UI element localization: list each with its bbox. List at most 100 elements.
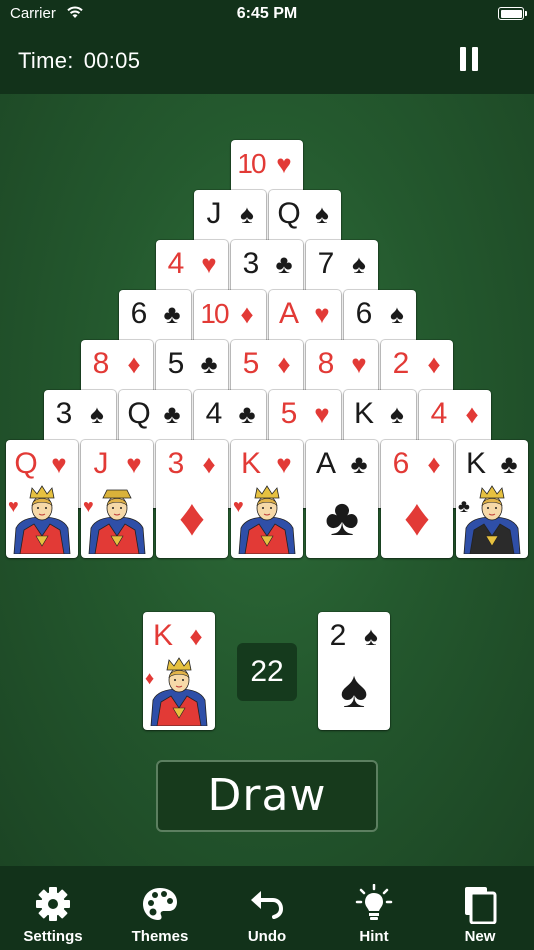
status-bar: Carrier 6:45 PM	[0, 0, 534, 30]
waste-card[interactable]: K ♦ ♦	[143, 612, 215, 730]
card-corner: A ♥	[269, 296, 341, 332]
card-rank: J	[93, 447, 109, 480]
bottom-toolbar: Settings Themes Undo Hint New	[0, 866, 534, 950]
card-corner: 3 ♦	[156, 446, 228, 482]
card-suit: ♠	[90, 399, 104, 429]
card-suit: ♦	[127, 349, 141, 379]
king-portrait	[460, 484, 524, 555]
card-corner: 5 ♣	[156, 346, 228, 382]
timer-label: Time:	[18, 48, 74, 73]
card-suit: ♥	[276, 449, 292, 479]
battery-icon	[498, 7, 527, 20]
card-rank: 2	[329, 619, 347, 652]
pyramid-card[interactable]: 6 ♦ ♦	[381, 440, 453, 558]
stock-counter: 22	[237, 643, 297, 701]
card-suit: ♣	[163, 399, 181, 429]
status-time: 6:45 PM	[236, 5, 298, 22]
card-rank: 6	[392, 447, 410, 480]
pyramid-card[interactable]: J ♥ ♥	[81, 440, 153, 558]
card-suit: ♦	[240, 299, 254, 329]
card-corner: 4 ♥	[156, 246, 228, 282]
card-rank: 4	[205, 397, 223, 430]
tab-new[interactable]: New	[430, 866, 530, 950]
tab-new-label: New	[464, 928, 496, 945]
card-mini-suit: ♥	[83, 496, 94, 516]
card-suit: ♠	[390, 299, 404, 329]
tab-hint[interactable]: Hint	[324, 866, 424, 950]
card-corner: 5 ♥	[269, 396, 341, 432]
king-portrait	[235, 484, 299, 555]
tab-settings[interactable]: Settings	[3, 866, 103, 950]
card-mini-suit: ♥	[8, 496, 19, 516]
card-corner: 4 ♦	[419, 396, 491, 432]
draw-button[interactable]: Draw	[156, 760, 378, 832]
card-corner: Q ♣	[119, 396, 191, 432]
card-center-suit: ♦	[403, 489, 431, 547]
card-corner: J ♠	[194, 196, 266, 232]
stock-card[interactable]: 2 ♠ ♠	[318, 612, 390, 730]
card-rank: 6	[355, 297, 373, 330]
card-corner: 4 ♣	[194, 396, 266, 432]
card-corner: 6 ♣	[119, 296, 191, 332]
card-corner: 10 ♦	[194, 296, 266, 332]
card-corner: K ♦	[143, 618, 215, 654]
card-corner: 2 ♦	[381, 346, 453, 382]
pyramid-card[interactable]: A ♣ ♣	[306, 440, 378, 558]
card-suit: ♥	[314, 399, 330, 429]
card-suit: ♠	[364, 621, 378, 651]
pyramid-card[interactable]: K ♣ ♣	[456, 440, 528, 558]
card-suit: ♣	[200, 349, 218, 379]
card-corner: K ♥	[231, 446, 303, 482]
card-rank: Q	[127, 397, 151, 430]
card-corner: 2 ♠	[318, 618, 390, 654]
card-corner: 6 ♦	[381, 446, 453, 482]
tab-undo[interactable]: Undo	[217, 866, 317, 950]
card-rank: 3	[242, 247, 260, 280]
card-suit: ♥	[126, 449, 142, 479]
card-corner: Q ♥	[6, 446, 78, 482]
card-corner: 8 ♦	[81, 346, 153, 382]
pyramid-card[interactable]: 3 ♦ ♦	[156, 440, 228, 558]
card-rank: 10	[237, 148, 266, 179]
tab-themes[interactable]: Themes	[110, 866, 210, 950]
tab-themes-label: Themes	[131, 928, 189, 945]
pause-button[interactable]	[458, 45, 480, 75]
card-rank: 5	[242, 347, 260, 380]
card-suit: ♦	[465, 399, 479, 429]
card-corner: A ♣	[306, 446, 378, 482]
card-rank: Q	[14, 447, 38, 480]
card-suit: ♦	[427, 449, 441, 479]
card-rank: K	[240, 447, 261, 480]
top-bar: Time: 00:05	[0, 30, 534, 94]
card-corner: K ♠	[344, 396, 416, 432]
card-rank: J	[206, 197, 222, 230]
queen-portrait	[10, 484, 74, 555]
card-center-suit: ♦	[178, 489, 206, 547]
card-suit: ♥	[351, 349, 367, 379]
card-rank: 4	[430, 397, 448, 430]
card-rank: 7	[317, 247, 335, 280]
jack-portrait	[85, 484, 149, 555]
card-suit: ♥	[51, 449, 67, 479]
card-suit: ♥	[201, 249, 217, 279]
card-suit: ♥	[314, 299, 330, 329]
card-center-suit: ♠	[340, 661, 368, 719]
card-corner: K ♣	[456, 446, 528, 482]
gear-icon	[33, 884, 73, 924]
card-corner: J ♥	[81, 446, 153, 482]
pyramid-card[interactable]: Q ♥ ♥	[6, 440, 78, 558]
card-suit: ♦	[189, 621, 203, 651]
game-timer: Time: 00:05	[18, 48, 140, 74]
pyramid-card[interactable]: K ♥ ♥	[231, 440, 303, 558]
card-rank: K	[465, 447, 486, 480]
lightbulb-icon	[354, 883, 394, 924]
card-rank: 2	[392, 347, 410, 380]
tab-settings-label: Settings	[23, 928, 83, 945]
card-rank: 8	[317, 347, 335, 380]
card-rank: 8	[92, 347, 110, 380]
card-center-suit: ♣	[324, 489, 360, 547]
card-rank: A	[315, 447, 336, 480]
card-suit: ♣	[238, 399, 256, 429]
card-suit: ♠	[352, 249, 366, 279]
card-rank: 10	[200, 298, 229, 329]
